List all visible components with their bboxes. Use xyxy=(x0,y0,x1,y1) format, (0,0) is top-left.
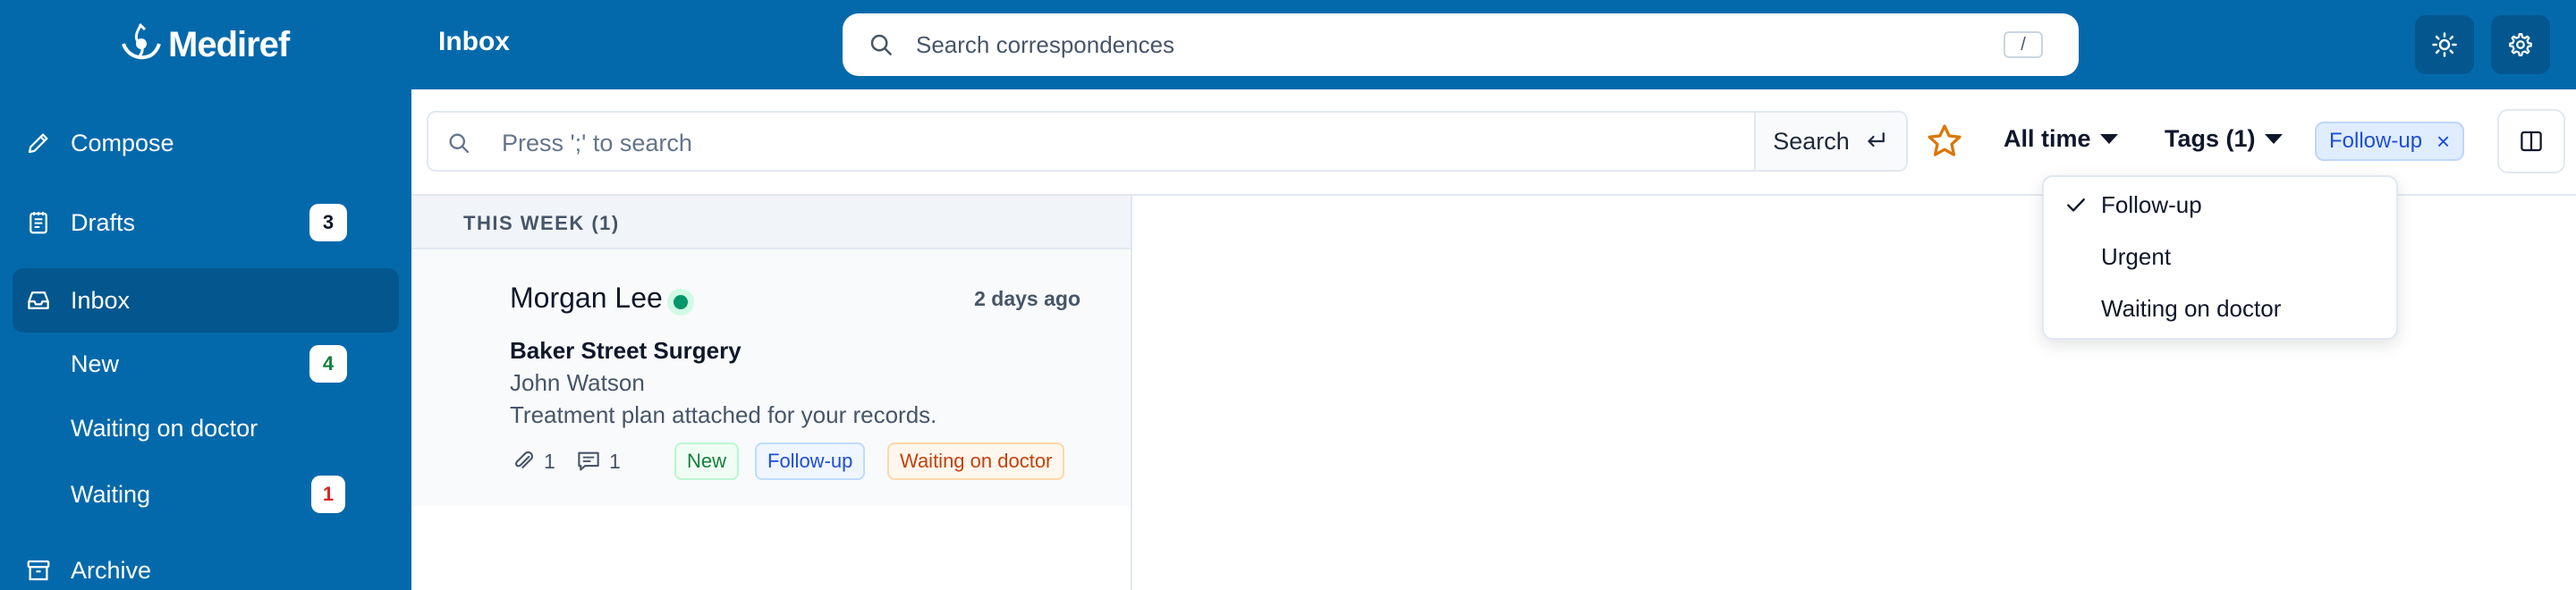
global-search-input[interactable]: Search correspondences / xyxy=(843,13,2079,76)
inbox-icon xyxy=(28,291,49,309)
sidebar-item-waiting-on-doctor[interactable]: Waiting on doctor xyxy=(13,396,399,460)
online-status-dot xyxy=(667,289,694,316)
archive-icon xyxy=(27,560,50,581)
paperclip-icon xyxy=(514,451,533,468)
time-filter-dropdown[interactable]: All time xyxy=(2004,125,2118,153)
tags-dropdown-menu: Follow-up Urgent Waiting on doctor xyxy=(2042,175,2398,340)
sidebar-item-label: Waiting on doctor xyxy=(71,414,258,442)
message-from: John Watson xyxy=(510,369,645,396)
search-button-label: Search xyxy=(1773,127,1850,155)
tag-option-urgent[interactable]: Urgent xyxy=(2044,234,2396,279)
group-label: THIS WEEK (1) xyxy=(463,212,620,234)
attachment-count: 1 xyxy=(510,448,555,475)
tag-option-label: Follow-up xyxy=(2101,190,2202,218)
settings-button[interactable] xyxy=(2491,15,2550,74)
sun-icon xyxy=(2432,32,2457,57)
sidebar-item-label: Waiting xyxy=(71,480,151,508)
sidebar-item-label: Inbox xyxy=(71,286,131,314)
tags-filter-label: Tags (1) xyxy=(2165,125,2256,152)
chevron-down-icon xyxy=(2099,134,2118,144)
star-icon[interactable] xyxy=(1925,122,1964,161)
pencil-icon xyxy=(28,133,48,154)
remove-tag-button[interactable]: × xyxy=(2436,128,2450,156)
sidebar-item-label: Archive xyxy=(71,556,152,584)
active-tag-chip: Follow-up × xyxy=(2315,122,2465,161)
tag-option-waiting-on-doctor[interactable]: Waiting on doctor xyxy=(2044,286,2396,331)
search-icon xyxy=(449,133,470,154)
tag-option-follow-up[interactable]: Follow-up xyxy=(2044,182,2396,227)
sidebar-item-drafts[interactable]: Drafts 3 xyxy=(13,190,399,255)
tags-filter-dropdown[interactable]: Tags (1) xyxy=(2165,125,2283,153)
inbox-search-placeholder: Press ';' to search xyxy=(502,130,692,156)
message-sender: Morgan Lee xyxy=(510,282,663,314)
toggle-panel-button[interactable] xyxy=(2497,109,2565,173)
inbox-search-input[interactable]: Press ';' to search Search xyxy=(427,111,1908,172)
sidebar-item-archive[interactable]: Archive xyxy=(13,538,399,590)
message-snippet: Treatment plan attached for your records… xyxy=(510,401,937,428)
tag-follow-up: Follow-up xyxy=(755,442,866,480)
sidebar-item-label: Compose xyxy=(71,129,174,156)
top-bar: Mediref Inbox Search correspondences / xyxy=(0,0,2576,89)
comment-count: 1 xyxy=(575,448,621,475)
sidebar-item-compose[interactable]: Compose xyxy=(13,111,399,175)
attachment-count-value: 1 xyxy=(544,449,555,473)
page-title: Inbox xyxy=(438,27,510,56)
draft-icon xyxy=(30,212,47,234)
message-time: 2 days ago xyxy=(974,287,1080,310)
search-icon xyxy=(870,34,892,55)
sidebar: Compose Drafts 3 Inbox New 4 Waiting on … xyxy=(0,89,411,590)
chevron-down-icon xyxy=(2264,134,2283,144)
group-header: THIS WEEK (1) xyxy=(411,196,1131,249)
search-shortcut-key: / xyxy=(2004,31,2043,58)
enter-key-icon xyxy=(1868,132,1885,148)
comment-count-value: 1 xyxy=(609,449,621,473)
split-panel-icon xyxy=(2521,131,2542,152)
tag-option-label: Waiting on doctor xyxy=(2101,294,2282,322)
tag-option-label: Urgent xyxy=(2101,242,2172,270)
app-logo[interactable]: Mediref xyxy=(114,18,290,72)
logo-icon xyxy=(122,22,161,60)
theme-toggle-button[interactable] xyxy=(2415,15,2474,74)
search-button[interactable]: Search xyxy=(1754,113,1906,170)
message-subject: Baker Street Surgery xyxy=(510,337,741,364)
tag-new: New xyxy=(674,442,740,480)
new-count-badge: 4 xyxy=(309,345,347,383)
sidebar-item-new[interactable]: New 4 xyxy=(13,332,399,396)
sidebar-item-inbox[interactable]: Inbox xyxy=(13,268,399,333)
tag-waiting-on-doctor: Waiting on doctor xyxy=(887,442,1065,480)
waiting-count-badge: 1 xyxy=(311,476,345,513)
sidebar-item-label: Drafts xyxy=(71,208,136,236)
message-list: THIS WEEK (1) Morgan Lee 2 days ago Bake… xyxy=(411,196,1132,590)
comment-icon xyxy=(578,451,599,471)
main-content: Press ';' to search Search All time Tags… xyxy=(411,89,2576,590)
logo-text: Mediref xyxy=(168,24,290,64)
message-row[interactable]: Morgan Lee 2 days ago Baker Street Surge… xyxy=(411,249,1131,506)
global-search-placeholder: Search correspondences xyxy=(916,30,1175,58)
sidebar-item-label: New xyxy=(71,350,120,377)
drafts-count-badge: 3 xyxy=(309,204,347,241)
sidebar-item-waiting[interactable]: Waiting 1 xyxy=(13,462,399,527)
active-tag-label: Follow-up xyxy=(2329,129,2423,153)
check-icon xyxy=(2067,198,2085,212)
gear-icon xyxy=(2509,33,2532,56)
time-filter-label: All time xyxy=(2004,125,2091,152)
